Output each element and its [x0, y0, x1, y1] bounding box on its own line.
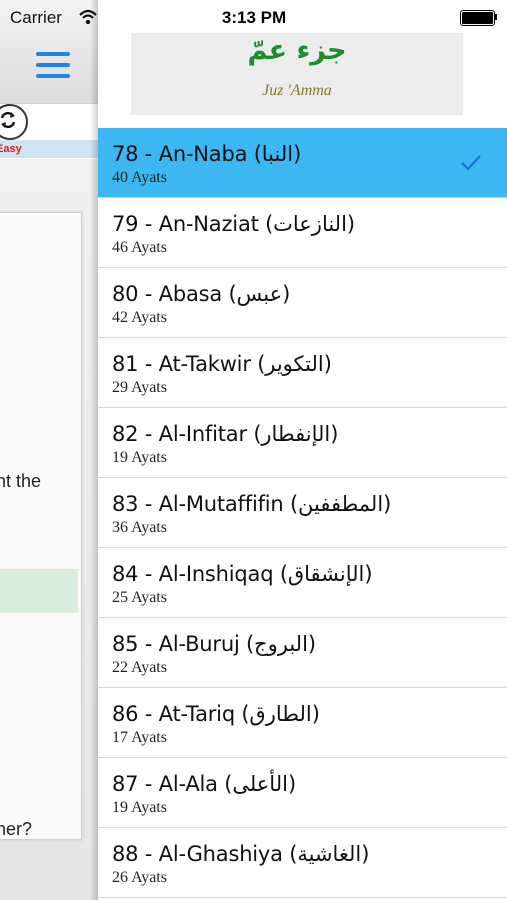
surah-ayat-count: 25 Ayats	[112, 589, 167, 606]
juz-title-arabic: جزء عمّ	[247, 35, 347, 66]
surah-list: 78 - An-Naba (النبا) 40 Ayats 79 - An-Nazi…	[98, 128, 507, 898]
surah-row[interactable]: 88 - Al-Ghashiya (الغاشية) 26 Ayats	[98, 828, 507, 898]
status-bar: 3:13 PM	[98, 0, 507, 36]
surah-ayat-count: 17 Ayats	[112, 729, 167, 746]
surah-title: 84 - Al-Inshiqaq (الإنشقاق)	[112, 562, 373, 586]
surah-list-panel: 3:13 PM جزء عمّ Juz 'Amma 78 - An-Naba (…	[98, 0, 507, 900]
surah-row[interactable]: 78 - An-Naba (النبا) 40 Ayats	[98, 128, 507, 198]
surah-ayat-count: 19 Ayats	[112, 449, 167, 466]
checkmark-icon	[461, 155, 481, 171]
surah-row[interactable]: 83 - Al-Mutaffifin (المطففين) 36 Ayats	[98, 478, 507, 548]
surah-title: 78 - An-Naba (النبا)	[112, 142, 302, 166]
surah-title: 81 - At-Takwir (التكوير)	[112, 352, 332, 376]
battery-icon	[460, 10, 495, 26]
background-content-card	[0, 212, 82, 840]
difficulty-badge: Easy	[0, 143, 22, 155]
background-text-snippet: nt the	[0, 471, 42, 491]
surah-row[interactable]: 80 - Abasa (عبس) 42 Ayats	[98, 268, 507, 338]
surah-title: 82 - Al-Infitar (الإنفطار)	[112, 422, 339, 446]
surah-ayat-count: 46 Ayats	[112, 239, 167, 256]
surah-ayat-count: 40 Ayats	[112, 169, 167, 186]
surah-row[interactable]: 81 - At-Takwir (التكوير) 29 Ayats	[98, 338, 507, 408]
surah-title: 88 - Al-Ghashiya (الغاشية)	[112, 842, 370, 866]
surah-title: 85 - Al-Buruj (البروج)	[112, 632, 316, 656]
surah-title: 80 - Abasa (عبس)	[112, 282, 291, 306]
carrier-label: Carrier	[10, 8, 62, 27]
surah-title: 86 - At-Tariq (الطارق)	[112, 702, 320, 726]
surah-ayat-count: 19 Ayats	[112, 799, 167, 816]
background-answer-highlight	[0, 569, 78, 613]
surah-title: 87 - Al-Ala (الأعلى)	[112, 772, 296, 796]
surah-row[interactable]: 86 - At-Tariq (الطارق) 17 Ayats	[98, 688, 507, 758]
surah-row[interactable]: 79 - An-Naziat (النازعات) 46 Ayats	[98, 198, 507, 268]
panel-shadow	[90, 0, 98, 900]
surah-row[interactable]: 87 - Al-Ala (الأعلى) 19 Ayats	[98, 758, 507, 828]
surah-ayat-count: 36 Ayats	[112, 519, 167, 536]
status-time: 3:13 PM	[221, 8, 287, 27]
hamburger-menu-icon[interactable]	[36, 52, 70, 78]
surah-row[interactable]: 85 - Al-Buruj (البروج) 22 Ayats	[98, 618, 507, 688]
battery-terminal	[495, 14, 497, 20]
background-view: Carrier Easy nt the her?	[0, 0, 98, 900]
surah-title: 83 - Al-Mutaffifin (المطففين)	[112, 492, 392, 516]
juz-header-banner: جزء عمّ Juz 'Amma	[131, 33, 463, 115]
surah-ayat-count: 26 Ayats	[112, 869, 167, 886]
surah-row[interactable]: 82 - Al-Infitar (الإنفطار) 19 Ayats	[98, 408, 507, 478]
surah-ayat-count: 29 Ayats	[112, 379, 167, 396]
surah-row[interactable]: 84 - Al-Inshiqaq (الإنشقاق) 25 Ayats	[98, 548, 507, 618]
surah-title: 79 - An-Naziat (النازعات)	[112, 212, 355, 236]
background-text-snippet: her?	[0, 819, 33, 839]
surah-ayat-count: 42 Ayats	[112, 309, 167, 326]
juz-title-english: Juz 'Amma	[262, 82, 332, 99]
surah-ayat-count: 22 Ayats	[112, 659, 167, 676]
